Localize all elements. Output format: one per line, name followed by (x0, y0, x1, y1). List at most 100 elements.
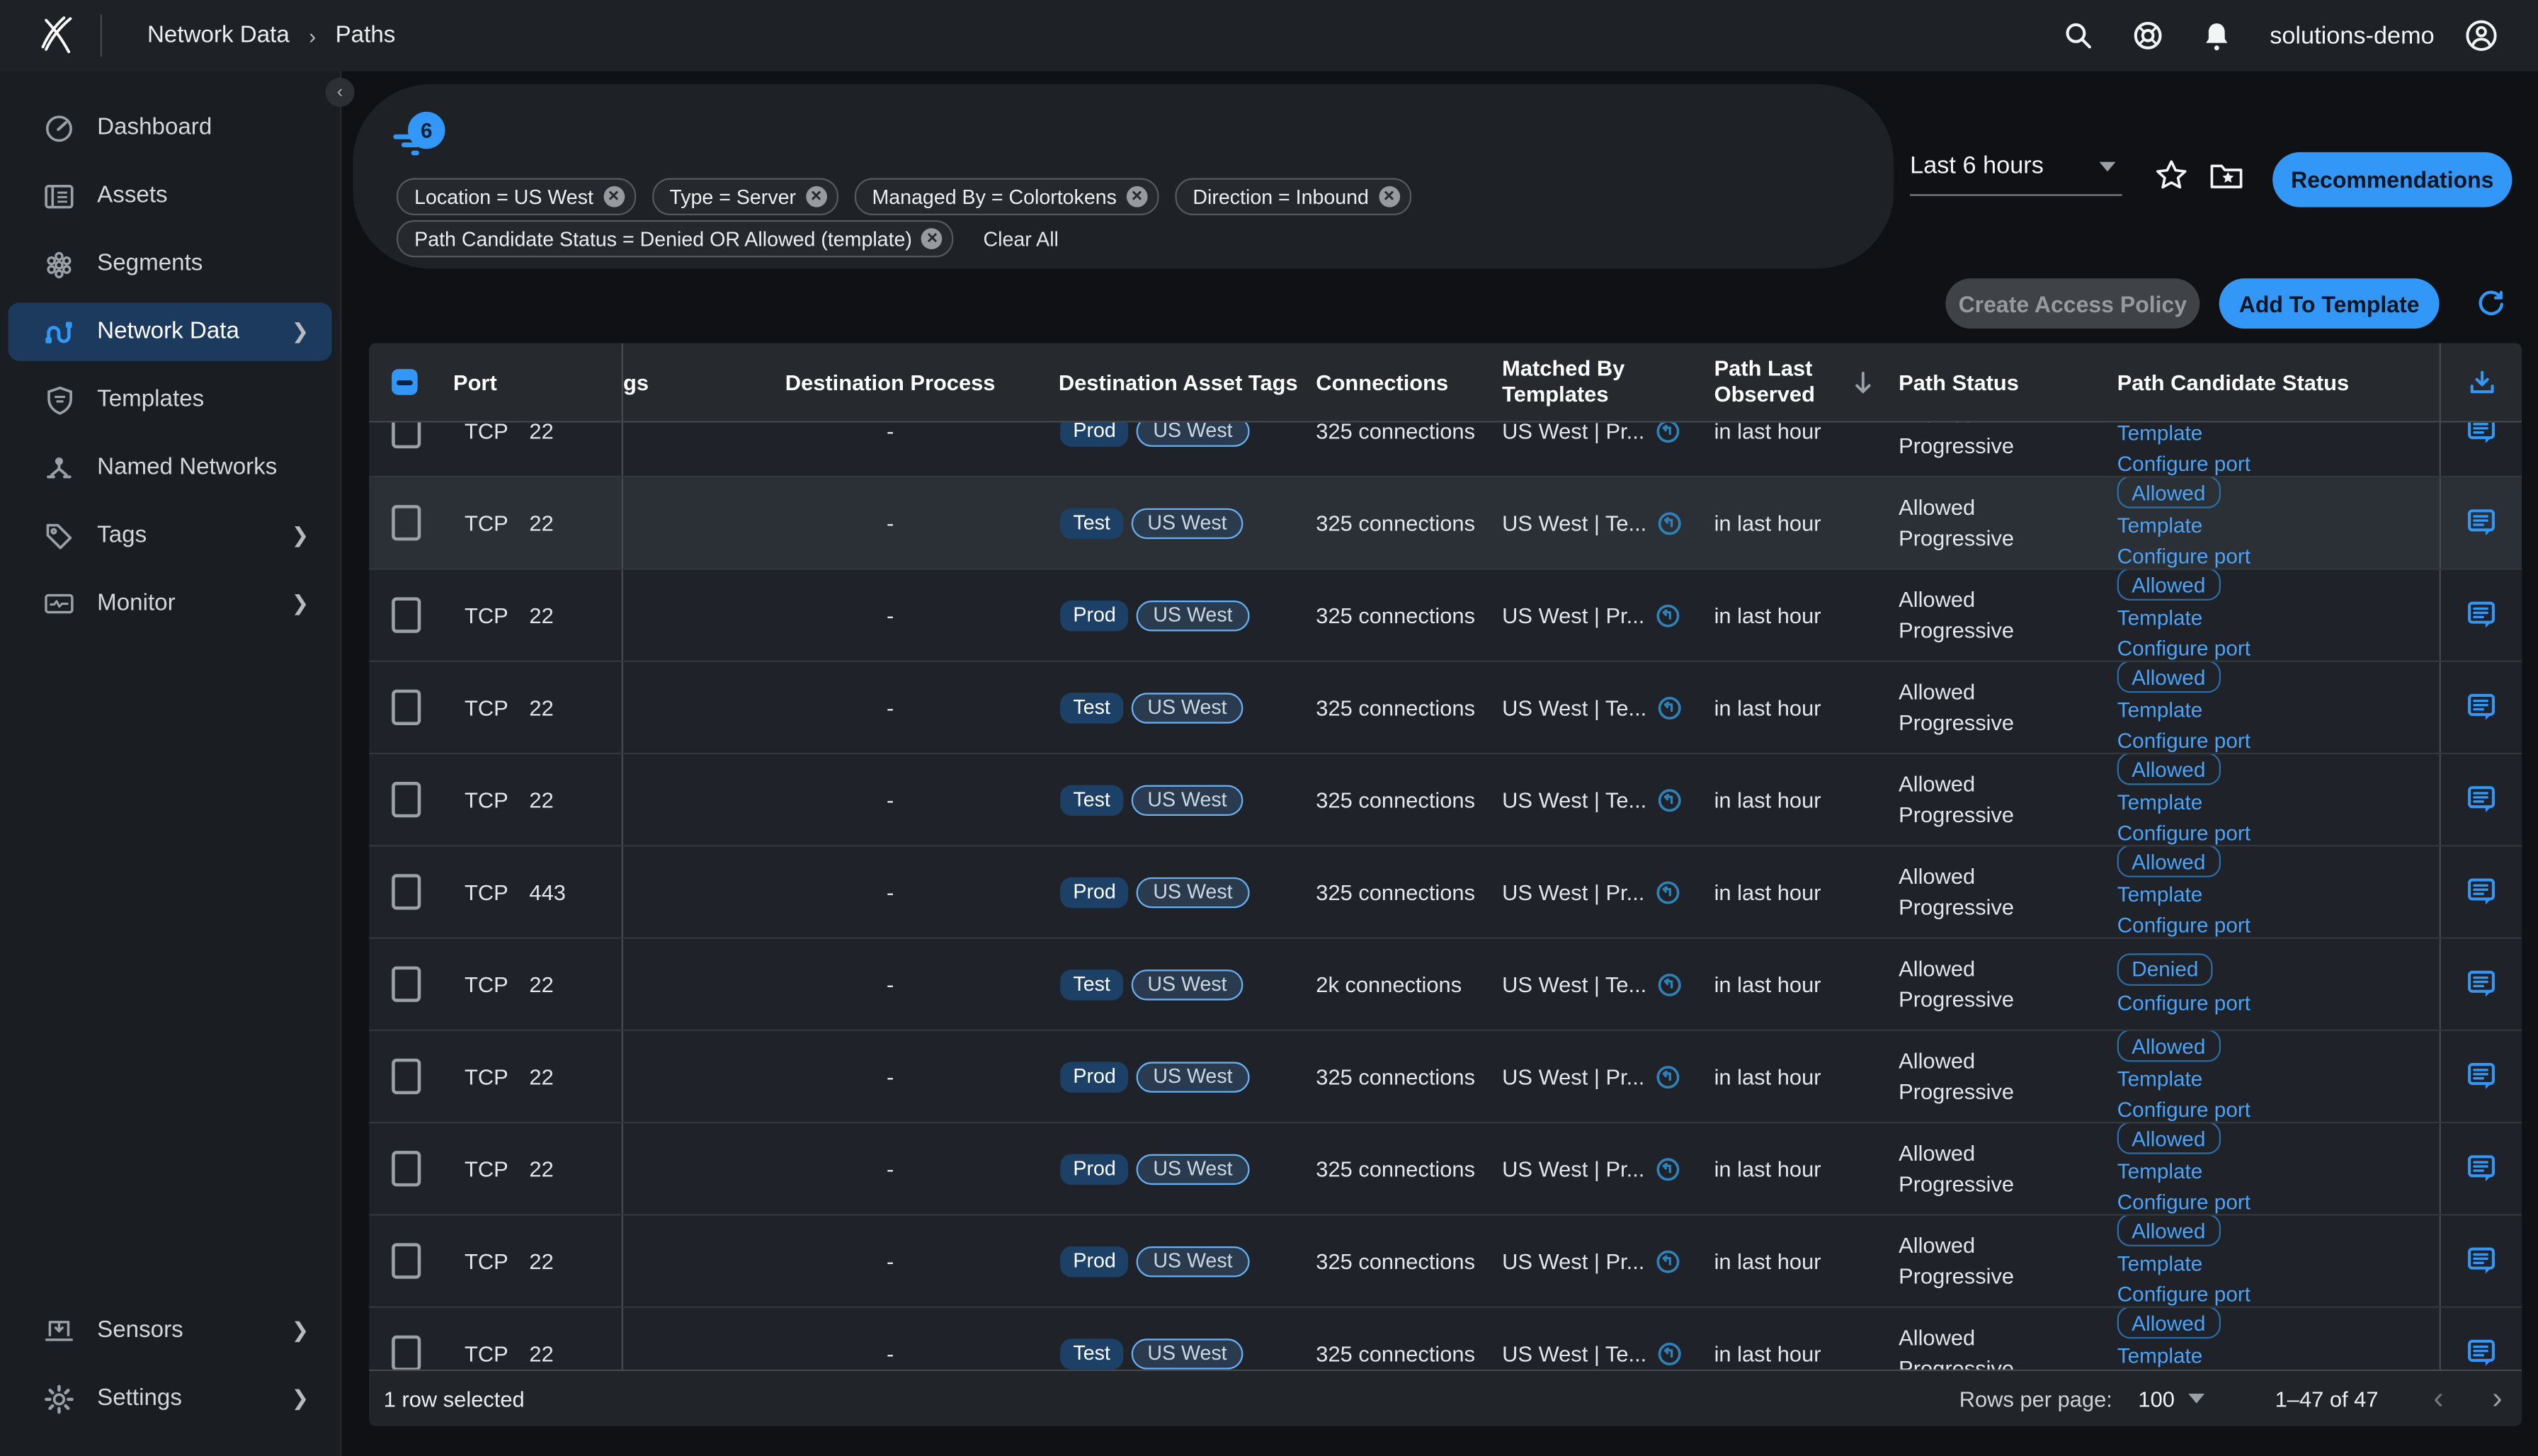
filter-chip[interactable]: Direction = Inbound✕ (1175, 178, 1411, 215)
column-matched-by-templates[interactable]: Matched By Templates (1497, 356, 1707, 408)
refresh-icon[interactable] (2476, 290, 2505, 319)
candidate-action-link[interactable]: Template (2117, 423, 2203, 447)
remove-filter-icon[interactable]: ✕ (1127, 186, 1148, 207)
candidate-action-link[interactable]: Template (2117, 513, 2203, 540)
candidate-action-link[interactable]: Template (2117, 1251, 2203, 1278)
matched-template-link-icon[interactable] (1658, 787, 1682, 812)
path-notes-icon[interactable] (2466, 969, 2496, 999)
matched-template-link-icon[interactable] (1656, 603, 1680, 627)
row-checkbox[interactable] (392, 1151, 421, 1186)
candidate-action-link[interactable]: Configure port (2117, 990, 2250, 1016)
row-checkbox[interactable] (392, 1336, 421, 1370)
filter-chip[interactable]: Type = Server✕ (651, 178, 838, 215)
candidate-action-link[interactable]: Configure port (2117, 544, 2250, 568)
download-icon[interactable] (2468, 368, 2496, 396)
column-path-status[interactable]: Path Status (1886, 370, 2105, 394)
candidate-action-link[interactable]: Configure port (2117, 636, 2250, 660)
sidebar-collapse-button[interactable]: ‹ (325, 78, 354, 107)
matched-template-link-icon[interactable] (1656, 423, 1680, 443)
path-notes-icon[interactable] (2466, 423, 2496, 446)
row-checkbox[interactable] (392, 1059, 421, 1094)
table-row[interactable]: TCP22-TestUS West325 connectionsUS West … (369, 477, 2522, 569)
table-row[interactable]: TCP22-TestUS West325 connectionsUS West … (369, 662, 2522, 754)
sidebar-item-settings[interactable]: Settings❯ (8, 1370, 331, 1428)
table-row[interactable]: TCP22-ProdUS West325 connectionsUS West … (369, 1031, 2522, 1123)
sidebar-item-tags[interactable]: Tags❯ (8, 506, 331, 564)
create-access-policy-button[interactable]: Create Access Policy (1945, 278, 2200, 329)
matched-template-link-icon[interactable] (1658, 511, 1682, 535)
favorite-star-icon[interactable] (2154, 159, 2188, 193)
sidebar-item-named-networks[interactable]: Named Networks (8, 438, 331, 496)
matched-template-link-icon[interactable] (1658, 1341, 1682, 1365)
table-row[interactable]: TCP443-ProdUS West325 connectionsUS West… (369, 846, 2522, 938)
column-connections[interactable]: Connections (1311, 370, 1497, 394)
path-notes-icon[interactable] (2466, 1154, 2496, 1184)
table-row[interactable]: TCP22-TestUS West2k connectionsUS West |… (369, 939, 2522, 1031)
path-notes-icon[interactable] (2466, 600, 2496, 630)
column-destination-asset-tags[interactable]: Destination Asset Tags (1052, 370, 1311, 394)
row-checkbox[interactable] (392, 782, 421, 817)
matched-template-link-icon[interactable] (1656, 1064, 1680, 1088)
next-page-button[interactable]: › (2492, 1383, 2502, 1414)
candidate-action-link[interactable]: Configure port (2117, 821, 2250, 845)
path-notes-icon[interactable] (2466, 692, 2496, 722)
previous-page-button[interactable]: ‹ (2433, 1383, 2443, 1414)
matched-template-link-icon[interactable] (1656, 1156, 1680, 1181)
sidebar-item-assets[interactable]: Assets (8, 166, 331, 224)
table-row[interactable]: TCP22-ProdUS West325 connectionsUS West … (369, 1123, 2522, 1215)
notifications-icon[interactable] (2203, 21, 2231, 51)
candidate-action-link[interactable]: Configure port (2117, 1098, 2250, 1122)
remove-filter-icon[interactable]: ✕ (806, 186, 827, 207)
row-checkbox[interactable] (392, 690, 421, 725)
path-notes-icon[interactable] (2466, 877, 2496, 907)
path-notes-icon[interactable] (2466, 508, 2496, 538)
row-checkbox[interactable] (392, 505, 421, 540)
sidebar-item-sensors[interactable]: Sensors❯ (8, 1302, 331, 1360)
sidebar-item-segments[interactable]: Segments (8, 234, 331, 292)
candidate-action-link[interactable]: Template (2117, 790, 2203, 816)
table-row[interactable]: TCP22-ProdUS West325 connectionsUS West … (369, 1216, 2522, 1308)
row-checkbox[interactable] (392, 1243, 421, 1278)
breadcrumb-parent[interactable]: Network Data (147, 23, 290, 49)
candidate-action-link[interactable]: Configure port (2117, 913, 2250, 937)
remove-filter-icon[interactable]: ✕ (603, 186, 625, 207)
table-row[interactable]: TCP22-ProdUS West325 connectionsUS West … (369, 423, 2522, 478)
candidate-action-link[interactable]: Configure port (2117, 452, 2250, 476)
table-row[interactable]: TCP22-TestUS West325 connectionsUS West … (369, 754, 2522, 846)
candidate-action-link[interactable]: Template (2117, 605, 2203, 632)
column-destination-process[interactable]: Destination Process (664, 370, 1052, 394)
candidate-action-link[interactable]: Template (2117, 1343, 2203, 1370)
filter-chip[interactable]: Managed By = Colortokens✕ (854, 178, 1159, 215)
sidebar-item-monitor[interactable]: Monitor❯ (8, 574, 331, 632)
matched-template-link-icon[interactable] (1658, 972, 1682, 996)
add-to-template-button[interactable]: Add To Template (2219, 278, 2440, 329)
candidate-action-link[interactable]: Template (2117, 698, 2203, 724)
recommendations-button[interactable]: Recommendations (2272, 152, 2512, 207)
table-row[interactable]: TCP22-TestUS West325 connectionsUS West … (369, 1308, 2522, 1370)
matched-template-link-icon[interactable] (1656, 880, 1680, 904)
sidebar-item-network-data[interactable]: Network Data❯ (8, 302, 331, 360)
filter-chip[interactable]: Location = US West✕ (397, 178, 635, 215)
path-notes-icon[interactable] (2466, 1061, 2496, 1091)
column-path-candidate-status[interactable]: Path Candidate Status (2104, 370, 2439, 394)
remove-filter-icon[interactable]: ✕ (922, 228, 943, 249)
sidebar-item-templates[interactable]: Templates (8, 370, 331, 428)
candidate-action-link[interactable]: Template (2117, 882, 2203, 909)
candidate-action-link[interactable]: Template (2117, 1159, 2203, 1185)
help-icon[interactable] (2132, 19, 2165, 52)
clear-all-filters-button[interactable]: Clear All (983, 227, 1058, 250)
remove-filter-icon[interactable]: ✕ (1379, 186, 1400, 207)
row-checkbox[interactable] (392, 597, 421, 632)
matched-template-link-icon[interactable] (1656, 1249, 1680, 1273)
path-notes-icon[interactable] (2466, 1338, 2496, 1368)
time-range-select[interactable]: Last 6 hours (1910, 152, 2122, 196)
candidate-action-link[interactable]: Template (2117, 1067, 2203, 1093)
matched-template-link-icon[interactable] (1658, 695, 1682, 720)
candidate-action-link[interactable]: Configure port (2117, 1282, 2250, 1306)
candidate-action-link[interactable]: Configure port (2117, 729, 2250, 753)
sidebar-item-dashboard[interactable]: Dashboard (8, 98, 331, 157)
row-checkbox[interactable] (392, 423, 421, 449)
table-row[interactable]: TCP22-ProdUS West325 connectionsUS West … (369, 570, 2522, 662)
candidate-action-link[interactable]: Configure port (2117, 1190, 2250, 1214)
column-port[interactable]: Port (453, 370, 497, 394)
